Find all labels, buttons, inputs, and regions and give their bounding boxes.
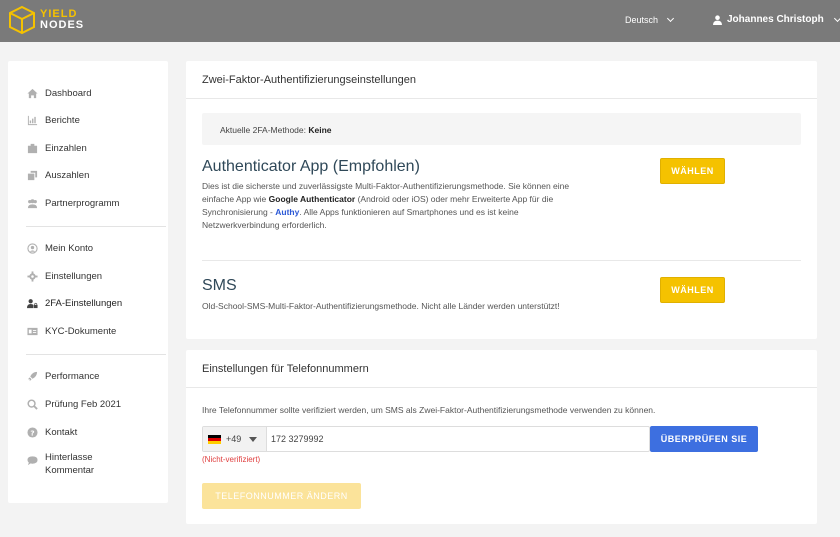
users-icon: [26, 198, 38, 209]
sidebar-item-label: Einzahlen: [45, 143, 87, 154]
svg-text:?: ?: [30, 428, 34, 437]
sms-heading: SMS: [202, 277, 237, 294]
user-icon: [713, 14, 722, 25]
sidebar-item-kontakt[interactable]: ? Kontakt: [26, 427, 77, 438]
user-menu[interactable]: Johannes Christoph: [713, 14, 840, 25]
logo-line2: NODES: [40, 19, 85, 31]
sidebar-item-label: Auszahlen: [45, 170, 90, 181]
sidebar-item-label: Prüfung Feb 2021: [45, 399, 122, 410]
desc-line: Dies ist die sicherste und zuverlässigst…: [202, 181, 570, 191]
sidebar-item-partnerprogramm[interactable]: Partnerprogramm: [26, 198, 119, 209]
sidebar-item-label: Kontakt: [45, 427, 78, 438]
chart-icon: [26, 115, 38, 126]
sidebar-item-einzahlen[interactable]: Einzahlen: [26, 143, 87, 154]
sidebar-item-dashboard[interactable]: Dashboard: [26, 88, 91, 99]
sidebar-item-label: Dashboard: [45, 88, 92, 99]
desc-line: einfache App wie: [202, 194, 269, 204]
chevron-down-icon: [833, 14, 840, 22]
card-divider: [186, 387, 817, 388]
question-icon: ?: [26, 427, 38, 438]
language-label: Deutsch: [625, 15, 659, 25]
card-title: Einstellungen für Telefonnummern: [202, 363, 369, 375]
current-method-value: Keine: [308, 125, 332, 135]
sidebar-item-label: Mein Konto: [45, 243, 94, 254]
user-lock-icon: [26, 298, 38, 309]
sidebar-item-label: Einstellungen: [45, 271, 103, 282]
verification-status: (Nicht-verifiziert): [202, 455, 261, 464]
language-selector[interactable]: Deutsch: [625, 14, 675, 25]
logo[interactable]: YIELD NODES: [8, 5, 84, 35]
sidebar: Dashboard Berichte Einzahlen Auszahlen P…: [8, 61, 168, 503]
sidebar-item-label: 2FA-Einstellungen: [45, 298, 123, 309]
choose-sms-button[interactable]: WÄHLEN: [660, 277, 725, 303]
withdraw-icon: [26, 170, 38, 181]
germany-flag-icon: [208, 434, 221, 444]
card-title: Zwei-Faktor-Authentifizierungseinstellun…: [202, 74, 416, 86]
sms-description: Old-School-SMS-Multi-Faktor-Authentifizi…: [202, 301, 560, 311]
country-code-selector[interactable]: +49: [203, 427, 267, 451]
logo-cube-icon: [9, 5, 35, 35]
user-name: Johannes Christoph: [727, 14, 824, 25]
sidebar-item-label-line2: Kommentar: [45, 465, 95, 476]
sidebar-item-berichte[interactable]: Berichte: [26, 115, 80, 126]
deposit-icon: [26, 143, 38, 154]
authenticator-description: Dies ist die sicherste und zuverlässigst…: [202, 180, 642, 232]
authy-text: Authy: [275, 207, 300, 217]
desc-line: Synchronisierung -: [202, 207, 276, 217]
phone-settings-card: Einstellungen für Telefonnummern Ihre Te…: [186, 350, 817, 524]
chevron-down-icon: [666, 14, 675, 23]
desc-line: Netzwerkverbindung erforderlich.: [202, 220, 327, 230]
card-divider: [186, 98, 817, 99]
phone-info-text: Ihre Telefonnummer sollte verifiziert we…: [202, 405, 656, 415]
section-divider: [202, 260, 801, 261]
gear-icon: [26, 271, 38, 282]
desc-line: . Alle Apps funktionieren auf Smartphone…: [299, 207, 519, 217]
phone-number-input[interactable]: [271, 427, 641, 451]
verify-button[interactable]: ÜBERPRÜFEN SIE: [650, 426, 758, 452]
user-icon: [26, 243, 38, 254]
twofa-settings-card: Zwei-Faktor-Authentifizierungseinstellun…: [186, 61, 817, 339]
sidebar-item-label: Partnerprogramm: [45, 198, 120, 209]
choose-authenticator-button[interactable]: WÄHLEN: [660, 158, 725, 184]
sidebar-item-pruefung[interactable]: Prüfung Feb 2021: [26, 399, 121, 410]
sidebar-item-label: Performance: [45, 371, 100, 382]
country-code: +49: [226, 434, 242, 444]
id-card-icon: [26, 326, 38, 337]
sidebar-item-2fa-einstellungen[interactable]: 2FA-Einstellungen: [26, 298, 122, 309]
sidebar-item-einstellungen[interactable]: Einstellungen: [26, 271, 102, 282]
sidebar-item-performance[interactable]: Performance: [26, 371, 99, 382]
sidebar-item-mein-konto[interactable]: Mein Konto: [26, 243, 93, 254]
change-phone-button[interactable]: TELEFONNUMMER ÄNDERN: [202, 483, 361, 509]
home-icon: [26, 88, 38, 99]
comment-icon: [26, 455, 38, 466]
search-icon: [26, 399, 38, 410]
rocket-icon: [26, 371, 38, 382]
sidebar-divider: [26, 354, 166, 355]
sidebar-divider: [26, 226, 166, 227]
sidebar-item-label: KYC-Dokumente: [45, 326, 117, 337]
google-authenticator-text: Google Authenticator: [268, 194, 356, 204]
current-method-label: Aktuelle 2FA-Methode:: [220, 125, 306, 135]
phone-input-group: +49: [202, 426, 650, 452]
sidebar-item-auszahlen[interactable]: Auszahlen: [26, 170, 89, 181]
desc-line: (Android oder iOS) oder mehr Erweiterte …: [355, 194, 554, 204]
sidebar-item-kyc-dokumente[interactable]: KYC-Dokumente: [26, 326, 116, 337]
sidebar-item-kommentar[interactable]: Hinterlasse Kommentar: [26, 451, 94, 477]
caret-down-icon: [249, 436, 258, 442]
top-bar: YIELD NODES Deutsch Johannes Christoph: [0, 0, 840, 42]
sidebar-item-label: Hinterlasse: [45, 452, 93, 463]
sidebar-item-label: Berichte: [45, 115, 80, 126]
authenticator-heading: Authenticator App (Empfohlen): [202, 158, 420, 175]
current-method-box: Aktuelle 2FA-Methode: Keine: [202, 113, 801, 145]
